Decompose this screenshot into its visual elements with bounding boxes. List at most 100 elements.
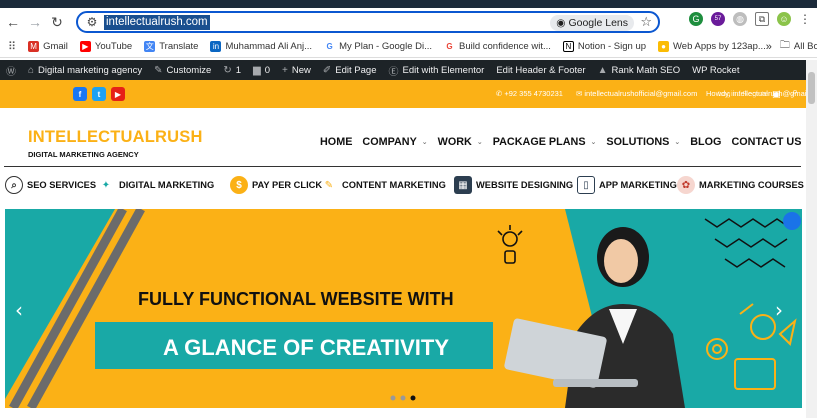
bookmark-build-confidence[interactable]: G Build confidence wit... — [444, 41, 551, 52]
nav-package-plans[interactable]: PACKAGE PLANS ⌄ — [493, 136, 597, 148]
nav-solutions[interactable]: SOLUTIONS ⌄ — [606, 136, 680, 148]
elementor-icon: Ⓔ — [388, 66, 399, 78]
bookmark-linkedin[interactable]: in Muhammad Ali Anj... — [210, 41, 312, 52]
extensions-puzzle-icon[interactable]: ⧉ — [755, 12, 769, 26]
slider-dot-active[interactable] — [410, 395, 416, 401]
facebook-icon[interactable]: f — [73, 87, 87, 101]
bookmark-my-plan[interactable]: G My Plan - Google Di... — [324, 41, 432, 52]
plus-icon: + — [282, 64, 288, 76]
email-address: intellectualrushofficial@gmail.com — [584, 89, 698, 98]
apps-grid-icon[interactable]: ⠿ — [8, 40, 16, 53]
ppc-coin-icon: $ — [230, 176, 248, 194]
wp-customize-label: Customize — [166, 64, 212, 76]
site-info-icon[interactable]: ⚙ — [82, 15, 102, 29]
chevron-down-icon: ⌄ — [590, 139, 597, 146]
profile-avatar[interactable]: ☺ — [777, 12, 791, 26]
headphones-support-icon[interactable] — [783, 212, 801, 230]
wp-edit-elementor[interactable]: Ⓔ Edit with Elementor — [388, 63, 484, 78]
lens-label: Google Lens — [568, 17, 628, 29]
page-scrollbar[interactable] — [806, 60, 817, 418]
lightbulb-icon — [497, 225, 523, 264]
nav-label: SOLUTIONS — [606, 136, 670, 148]
youtube-social-icon[interactable]: ▶ — [111, 87, 125, 101]
forward-icon[interactable]: → — [24, 11, 46, 33]
service-content-marketing[interactable]: ✎ CONTENT MARKETING — [320, 176, 446, 194]
google-icon: G — [324, 41, 336, 52]
service-seo[interactable]: ⌕ SEO SERVICES — [5, 176, 96, 194]
content-marketing-icon: ✎ — [324, 179, 334, 191]
bookmark-notion[interactable]: N Notion - Sign up — [562, 41, 646, 52]
bookmark-label: My Plan - Google Di... — [339, 41, 432, 52]
twitter-icon[interactable]: t — [92, 87, 106, 101]
wordpress-icon[interactable]: Ⓦ — [6, 63, 16, 78]
extension-badge-count: 57 — [714, 16, 722, 22]
extension-badge-icon[interactable]: 57 — [711, 12, 725, 26]
slider-next-icon[interactable]: › — [775, 298, 783, 322]
wp-rocket[interactable]: WP Rocket — [692, 65, 739, 76]
nav-work[interactable]: WORK ⌄ — [438, 136, 483, 148]
bookmark-label: Web Apps by 123ap... — [673, 41, 766, 52]
service-label: DIGITAL MARKETING — [119, 180, 215, 190]
dashboard-icon: ⌂ — [28, 64, 35, 76]
google-lens-button[interactable]: ◉ Google Lens — [550, 15, 634, 31]
more-bookmarks-button[interactable]: » — [766, 41, 772, 53]
address-bar[interactable]: ⚙ intellectualrush.com ◉ Google Lens ☆ — [76, 11, 660, 33]
slider-dot[interactable] — [400, 395, 406, 401]
wp-customize[interactable]: ✎ Customize — [154, 65, 211, 76]
page-scrollbar-thumb[interactable] — [808, 72, 815, 104]
wp-rank-math-label: Rank Math SEO — [611, 64, 681, 76]
grammarly-icon[interactable]: G — [689, 12, 703, 26]
search-icon[interactable]: ⌕ — [792, 86, 798, 99]
apps-dots-icon: ● — [658, 41, 670, 52]
user-avatar-icon[interactable]: ▣ — [772, 89, 781, 100]
wp-comments[interactable]: ▆ 0 — [253, 65, 270, 76]
wp-edit-page-label: Edit Page — [335, 64, 377, 76]
service-label: MARKETING COURSES — [699, 180, 804, 190]
email-contact[interactable]: ✉ intellectualrushofficial@gmail.com — [576, 89, 697, 98]
seo-icon: ⌕ — [5, 176, 23, 194]
menu-kebab-icon[interactable]: ⋮ — [799, 12, 811, 26]
header-divider — [4, 166, 801, 167]
bookmark-123apps[interactable]: ● Web Apps by 123ap... — [658, 41, 766, 52]
service-ppc[interactable]: $ PAY PER CLICK — [230, 176, 322, 194]
bookmark-star-icon[interactable]: ☆ — [640, 14, 652, 30]
reload-icon[interactable]: ↻ — [46, 11, 68, 33]
service-label: SEO SERVICES — [27, 180, 97, 190]
wp-rank-math[interactable]: ▲ Rank Math SEO — [598, 65, 681, 76]
bookmark-youtube[interactable]: ▶ YouTube — [79, 41, 132, 52]
service-marketing-courses[interactable]: ✿ MARKETING COURSES — [677, 176, 804, 194]
all-bookmarks-button[interactable]: 🗀All Bookmarks — [780, 38, 817, 55]
gmail-icon: M — [28, 41, 40, 52]
bookmark-translate[interactable]: 文 Translate — [144, 41, 198, 52]
logo-title[interactable]: INTELLECTUALRUSH — [28, 128, 203, 147]
nav-blog[interactable]: BLOG — [690, 136, 721, 148]
lens-icon: ◉ — [556, 17, 566, 29]
nav-label: WORK — [437, 136, 472, 148]
wp-admin-bar: Ⓦ ⌂ Digital marketing agency ✎ Customize ↻… — [0, 60, 806, 80]
nav-contact-us[interactable]: CONTACT US — [731, 136, 801, 148]
browser-top-strip — [0, 0, 817, 8]
url-text[interactable]: intellectualrush.com — [104, 14, 210, 30]
wp-site-name[interactable]: ⌂ Digital marketing agency — [28, 65, 142, 76]
service-label: PAY PER CLICK — [252, 180, 323, 190]
bookmark-label: Muhammad Ali Anj... — [225, 41, 313, 52]
bookmark-gmail[interactable]: M Gmail — [28, 41, 68, 52]
wp-edit-page[interactable]: ✐ Edit Page — [323, 65, 377, 76]
globe-icon[interactable]: ◍ — [733, 12, 747, 26]
service-digital-marketing[interactable]: ✦ DIGITAL MARKETING — [97, 176, 214, 194]
wp-header-footer[interactable]: Edit Header & Footer — [496, 65, 585, 76]
chevron-down-icon: ⌄ — [421, 139, 428, 146]
nav-home[interactable]: HOME — [320, 136, 352, 148]
slider-prev-icon[interactable]: ‹ — [15, 298, 23, 322]
nav-company[interactable]: COMPANY ⌄ — [362, 136, 427, 148]
wp-new[interactable]: + New — [282, 65, 311, 76]
service-website-designing[interactable]: ▦ WEBSITE DESIGNING — [454, 176, 573, 194]
back-icon[interactable]: ← — [2, 11, 24, 33]
wp-updates[interactable]: ↻ 1 — [223, 65, 241, 76]
wp-new-label: New — [291, 64, 311, 76]
nav-label: COMPANY — [362, 136, 417, 148]
service-app-marketing[interactable]: ▯ APP MARKETING — [577, 176, 677, 194]
login-register-link[interactable]: Login / Register — [718, 89, 771, 98]
slider-dot[interactable] — [390, 395, 396, 401]
phone-contact[interactable]: ✆ +92 355 4730231 — [496, 89, 563, 98]
